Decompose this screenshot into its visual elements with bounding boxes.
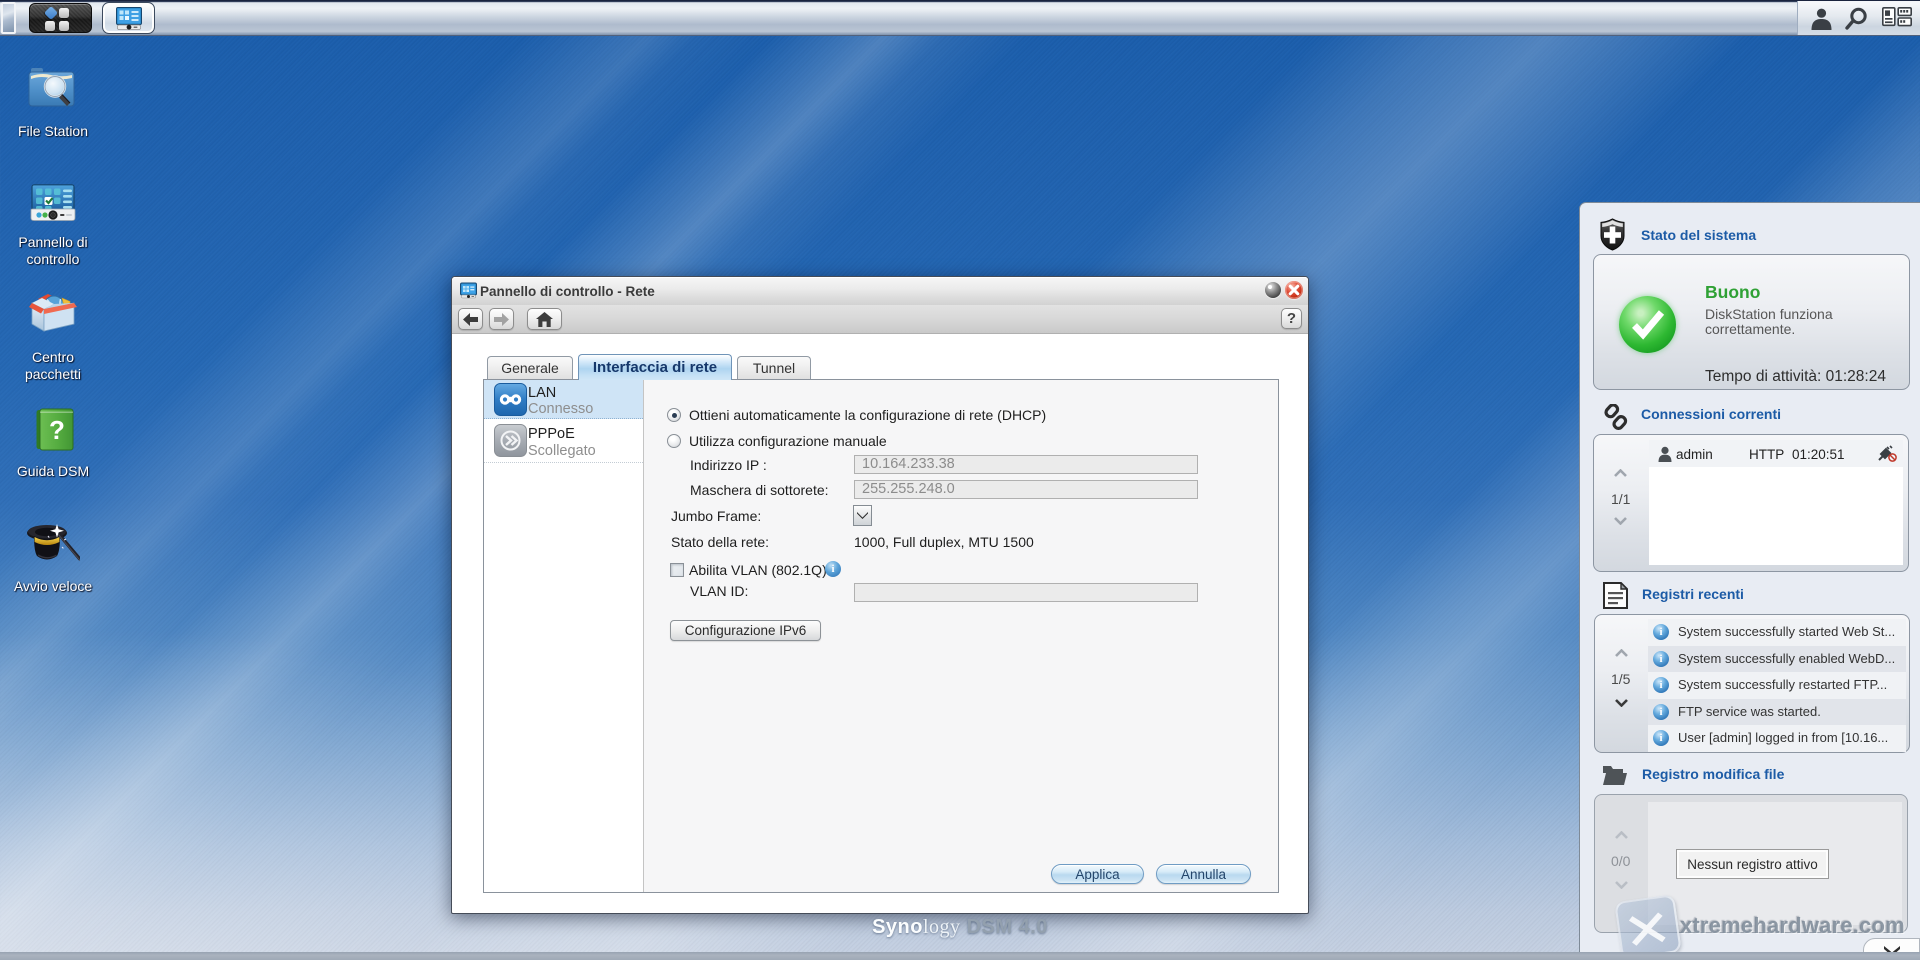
svg-text:?: ? [49,415,65,445]
